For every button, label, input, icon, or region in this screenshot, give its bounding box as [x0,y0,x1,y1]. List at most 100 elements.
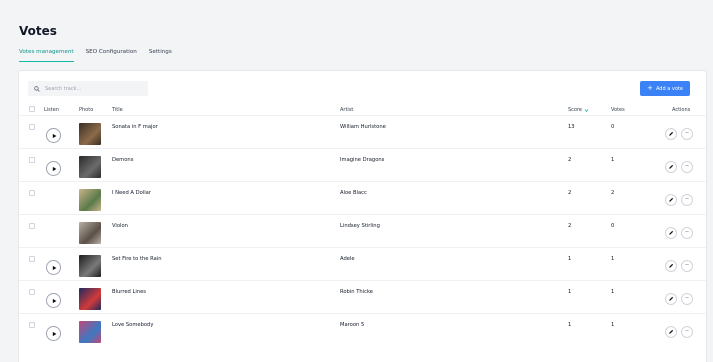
row-checkbox[interactable] [29,289,35,295]
play-button[interactable] [46,128,61,143]
more-button[interactable]: ·· [681,128,693,140]
track-score: 2 [568,157,572,163]
track-photo [79,123,101,145]
more-button[interactable]: ·· [681,293,693,305]
track-artist: Robin Thicke [340,289,373,295]
edit-button[interactable] [665,161,677,173]
table-row: Set Fire to the Rain Adele 1 1 ·· [19,247,708,280]
table-row: Sonata in F major William Hurlstone 13 0 ·· [19,115,708,148]
add-vote-label: Add a vote [655,85,683,92]
track-votes: 1 [611,256,615,262]
play-button[interactable] [46,293,61,308]
pencil-icon [669,296,674,301]
pencil-icon [669,329,674,334]
track-title: I Need A Dollar [112,190,151,196]
track-votes: 0 [611,124,615,130]
track-title: Set Fire to the Rain [112,256,162,262]
more-button[interactable]: ·· [681,194,693,206]
tab-bar: Votes management SEO Configuration Setti… [19,49,172,62]
track-artist: Aloe Blacc [340,190,367,196]
track-votes: 1 [611,289,615,295]
track-title: Blurred Lines [112,289,146,295]
edit-button[interactable] [665,194,677,206]
track-votes: 1 [611,157,615,163]
track-artist: Lindsey Stirling [340,223,380,229]
row-checkbox[interactable] [29,256,35,262]
edit-button[interactable] [665,128,677,140]
track-votes: 2 [611,190,615,196]
track-votes: 0 [611,223,615,229]
pencil-icon [669,197,674,202]
more-icon: ·· [685,196,689,203]
edit-button[interactable] [665,227,677,239]
pencil-icon [669,164,674,169]
more-icon: ·· [685,229,689,236]
track-title: Violon [112,223,128,229]
track-title: Sonata in F major [112,124,158,130]
more-button[interactable]: ·· [681,227,693,239]
header-listen: Listen [44,107,59,113]
track-score: 2 [568,190,572,196]
row-checkbox[interactable] [29,124,35,130]
track-photo [79,255,101,277]
header-votes: Votes [611,107,625,113]
play-icon [52,133,56,138]
table-row: Violon Lindsey Stirling 2 0 ·· [19,214,708,247]
more-icon: ·· [685,262,689,269]
row-checkbox[interactable] [29,157,35,163]
tab-seo-configuration[interactable]: SEO Configuration [86,49,137,62]
search-input[interactable] [45,85,140,92]
track-artist: Maroon 5 [340,322,365,328]
edit-button[interactable] [665,293,677,305]
header-photo: Photo [79,107,94,113]
play-icon [52,265,56,270]
play-button[interactable] [46,161,61,176]
track-title: Demons [112,157,134,163]
row-checkbox[interactable] [29,223,35,229]
add-vote-button[interactable]: + Add a vote [640,81,690,96]
more-icon: ·· [685,295,689,302]
track-score: 1 [568,289,572,295]
pencil-icon [669,131,674,136]
more-button[interactable]: ·· [681,326,693,338]
header-artist: Artist [340,107,354,113]
track-photo [79,321,101,343]
page-title: Votes [19,24,57,38]
play-button[interactable] [46,326,61,341]
select-all-checkbox[interactable] [29,106,35,112]
table-row: I Need A Dollar Aloe Blacc 2 2 ·· [19,181,708,214]
plus-icon: + [647,84,653,92]
track-score: 1 [568,256,572,262]
tab-votes-management[interactable]: Votes management [19,49,74,62]
table-row: Blurred Lines Robin Thicke 1 1 ·· [19,280,708,313]
header-title: Title [112,107,123,113]
more-icon: ·· [685,163,689,170]
track-score: 1 [568,322,572,328]
header-score-label: Score [568,107,583,113]
tab-settings[interactable]: Settings [149,49,172,62]
track-artist: Imagine Dragons [340,157,385,163]
edit-button[interactable] [665,326,677,338]
edit-button[interactable] [665,260,677,272]
track-photo [79,288,101,310]
row-checkbox[interactable] [29,322,35,328]
play-button[interactable] [46,260,61,275]
more-button[interactable]: ·· [681,260,693,272]
search-box[interactable] [28,81,148,96]
play-icon [52,331,56,336]
play-icon [52,298,56,303]
chevron-down-icon [584,108,589,112]
row-checkbox[interactable] [29,190,35,196]
votes-card: + Add a vote Listen Photo Title Artist S… [18,70,708,362]
track-votes: 1 [611,322,615,328]
more-icon: ·· [685,328,689,335]
header-score[interactable]: Score [568,107,589,113]
track-score: 13 [568,124,575,130]
more-button[interactable]: ·· [681,161,693,173]
track-photo [79,156,101,178]
table-row: Demons Imagine Dragons 2 1 ·· [19,148,708,181]
search-icon [34,85,40,92]
play-icon [52,166,56,171]
track-artist: Adele [340,256,355,262]
pencil-icon [669,263,674,268]
